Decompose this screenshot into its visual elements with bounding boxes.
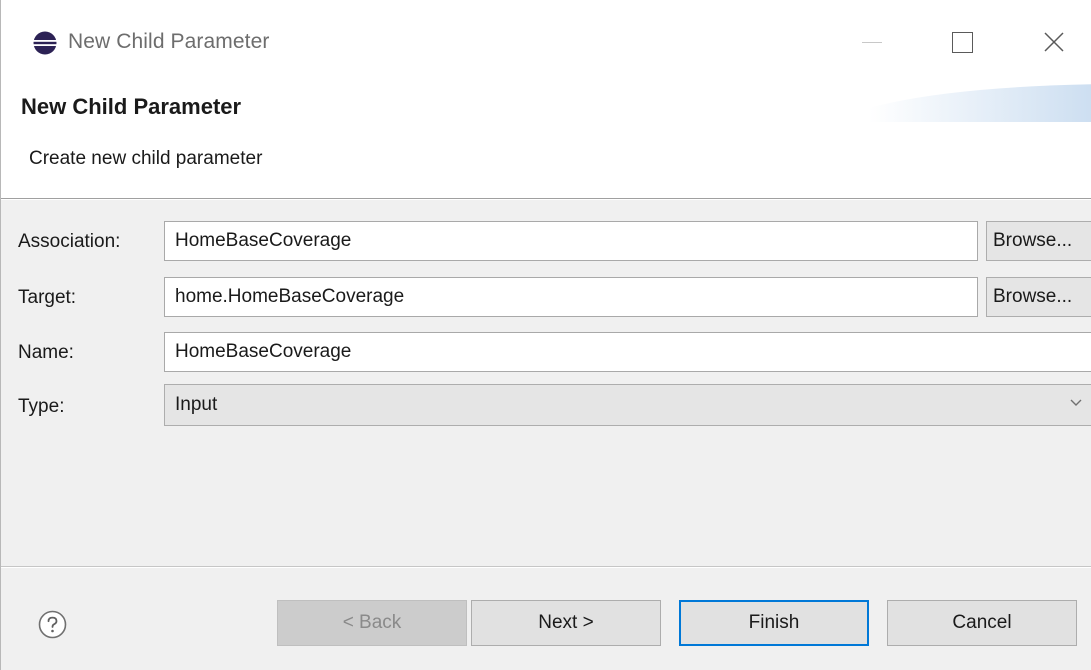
eclipse-icon — [33, 31, 57, 55]
help-icon[interactable] — [38, 610, 67, 639]
page-title: New Child Parameter — [21, 94, 242, 119]
next-button[interactable]: Next > — [471, 600, 661, 646]
banner-graphic — [869, 84, 1091, 122]
type-label: Type: — [18, 396, 65, 417]
name-field[interactable]: HomeBaseCoverage — [164, 332, 1091, 372]
title-bar: New Child Parameter — [1, 0, 1091, 82]
page-description: Create new child parameter — [29, 148, 263, 169]
target-label: Target: — [18, 287, 77, 308]
target-browse-button[interactable]: Browse... — [986, 277, 1091, 317]
banner-separator-highlight — [1, 199, 1091, 200]
maximize-icon — [951, 31, 973, 53]
wizard-banner: New Child Parameter Create new child par… — [1, 82, 1091, 198]
finish-button[interactable]: Finish — [679, 600, 869, 646]
back-button[interactable]: < Back — [277, 600, 467, 646]
target-field[interactable]: home.HomeBaseCoverage — [164, 277, 978, 317]
maximize-button[interactable] — [939, 20, 985, 64]
close-icon — [1044, 32, 1064, 52]
cancel-button[interactable]: Cancel — [887, 600, 1077, 646]
window-title: New Child Parameter — [68, 30, 270, 53]
close-button[interactable] — [1031, 20, 1077, 64]
chevron-down-icon — [1070, 399, 1082, 406]
association-field[interactable]: HomeBaseCoverage — [164, 221, 978, 261]
association-label: Association: — [18, 231, 121, 252]
type-select[interactable]: Input — [164, 384, 1091, 426]
name-label: Name: — [18, 342, 74, 363]
button-bar-separator-highlight — [1, 567, 1091, 568]
association-browse-button[interactable]: Browse... — [986, 221, 1091, 261]
new-child-parameter-dialog: New Child Parameter New Child Parameter … — [0, 0, 1091, 670]
minimize-icon — [862, 41, 882, 43]
minimize-button[interactable] — [849, 20, 895, 64]
